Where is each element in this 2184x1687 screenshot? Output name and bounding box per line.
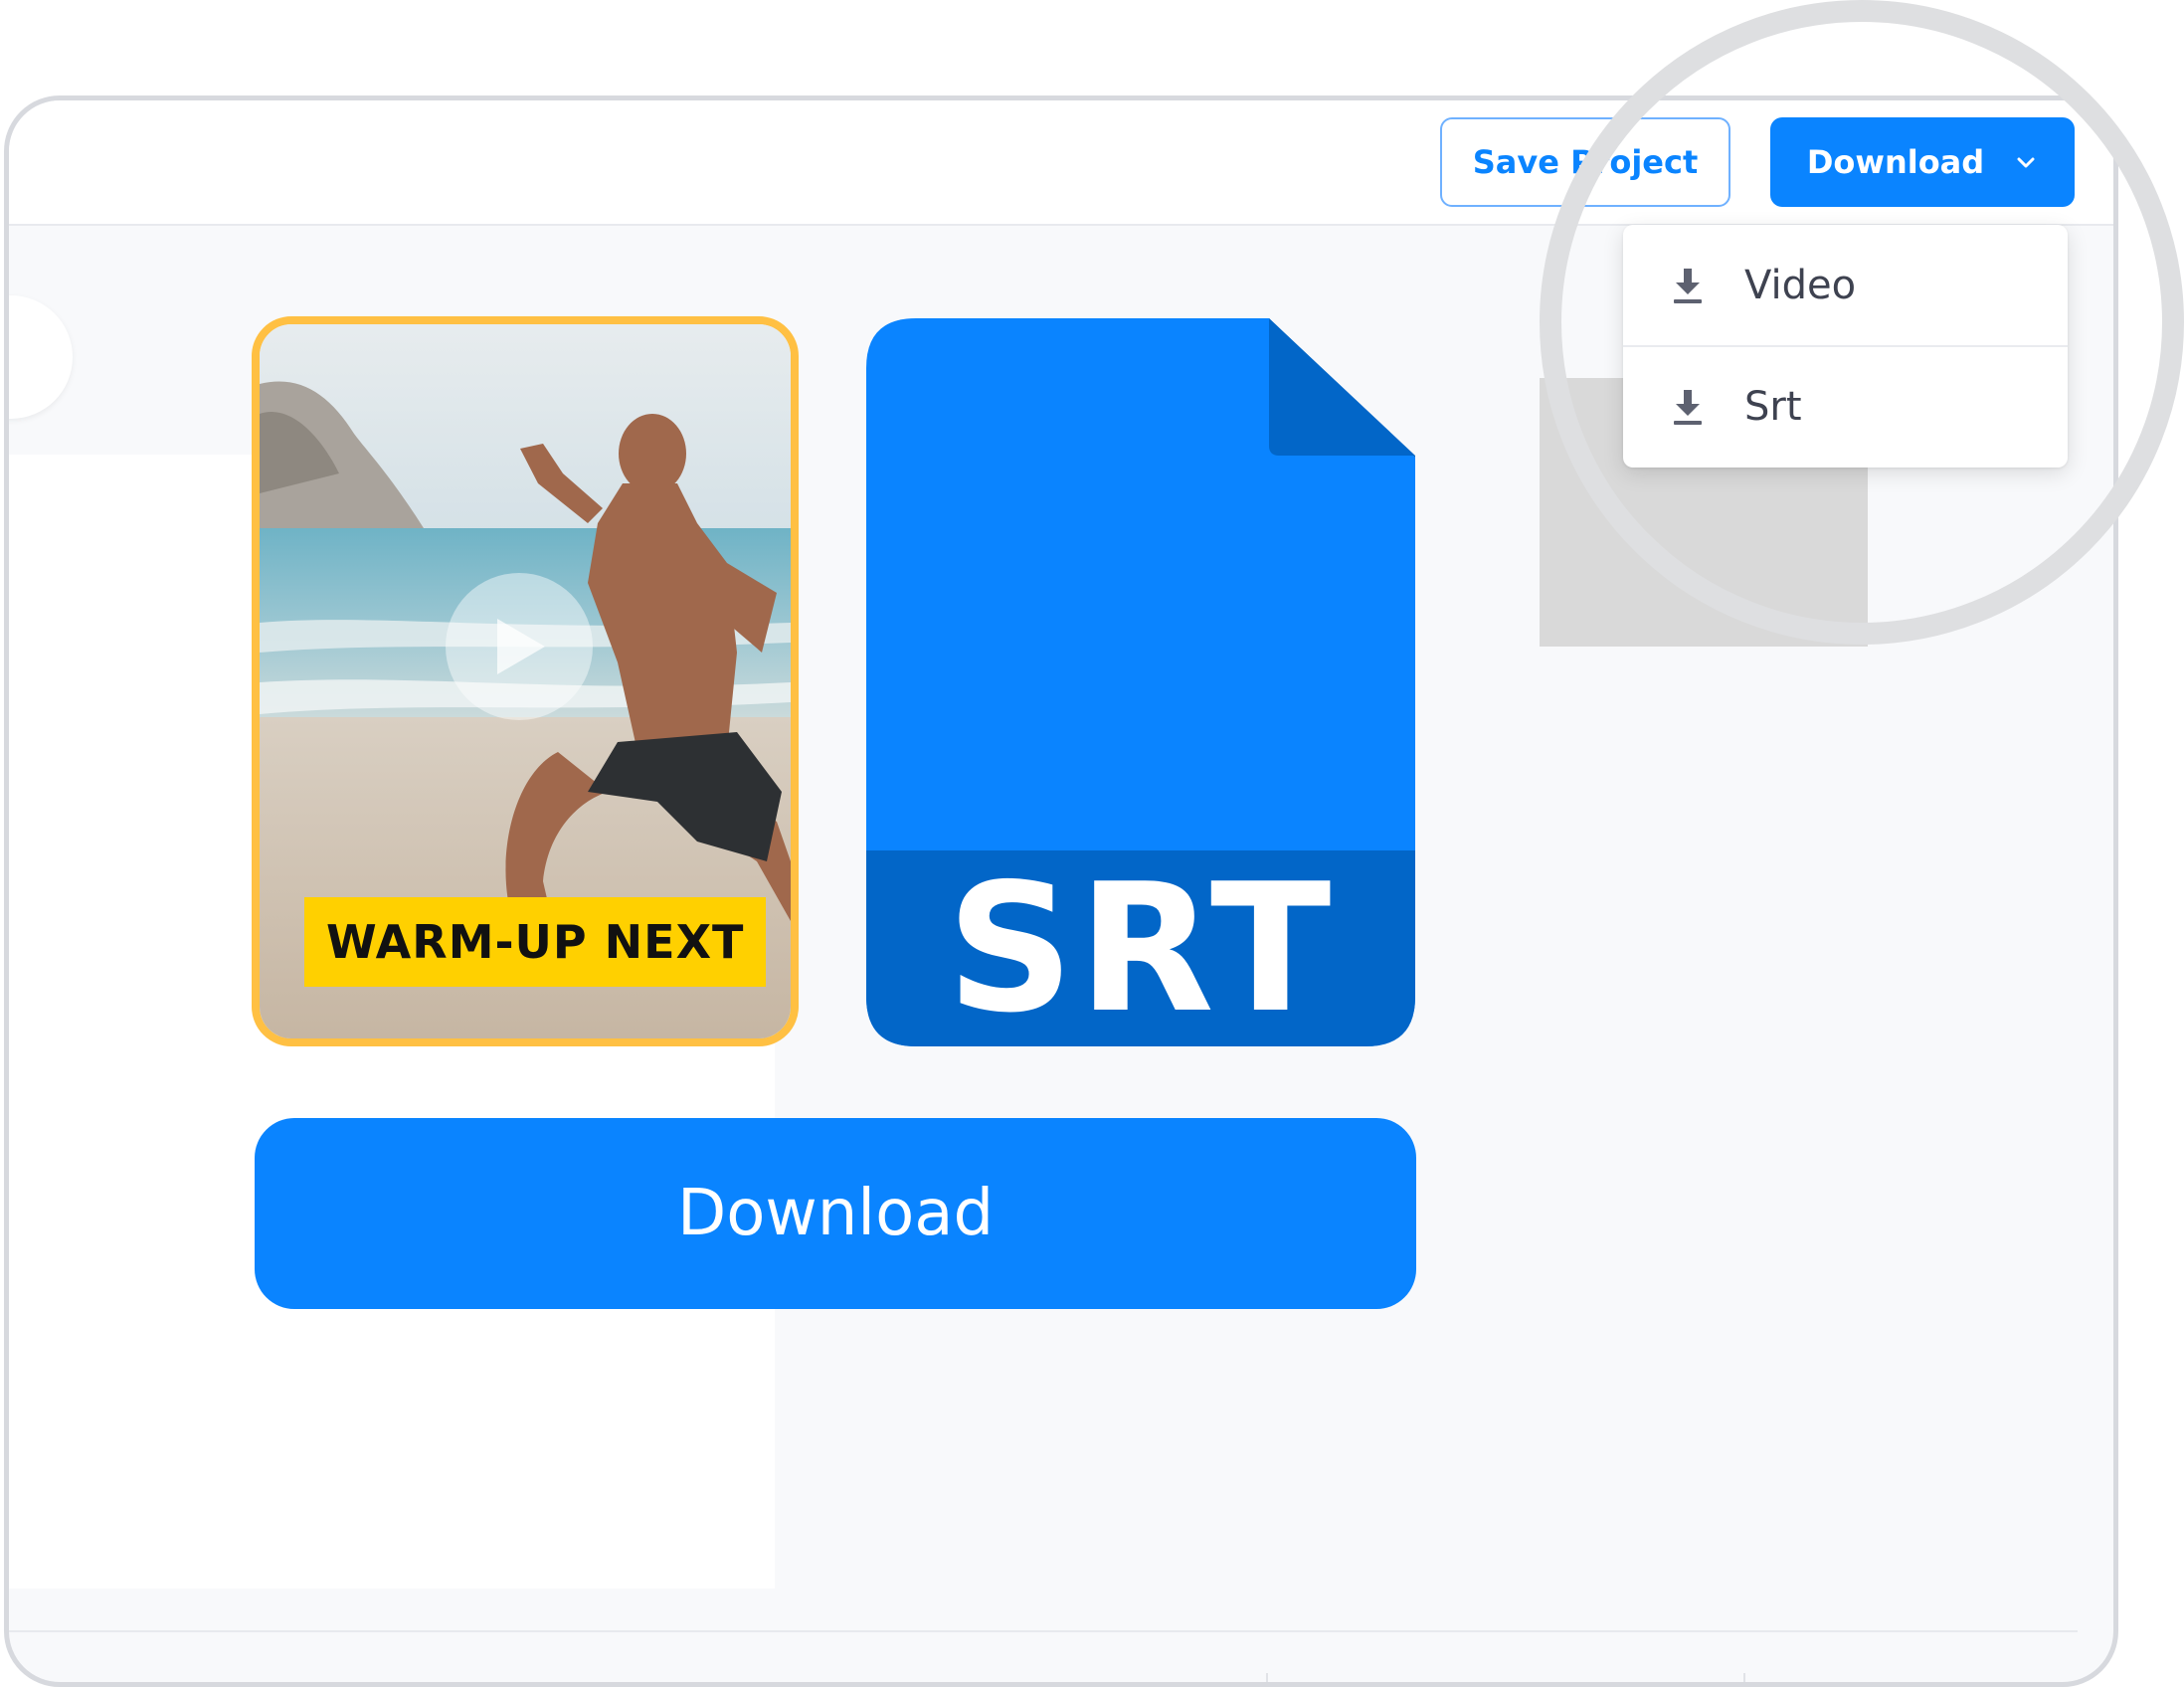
caption-overlay: WARM-UP NEXT [304, 897, 767, 987]
play-button[interactable] [446, 573, 593, 720]
download-dropdown-button[interactable]: Download [1770, 117, 2075, 207]
download-button[interactable]: Download [255, 1118, 1416, 1309]
download-button-label: Download [676, 1177, 995, 1250]
top-bar: Save Project Download [9, 100, 2113, 226]
download-icon [1674, 268, 1702, 303]
menu-item-label: Srt [1744, 383, 1802, 430]
download-menu: Video Srt [1623, 225, 2068, 468]
bottom-separator [1743, 1673, 1745, 1682]
stage: Save Project Download WARM-UP NEXT SRT D… [0, 0, 2184, 1687]
play-icon [497, 619, 545, 674]
download-dropdown-label: Download [1806, 143, 1985, 181]
chevron-down-icon [2017, 157, 2035, 168]
bottom-divider [9, 1630, 2078, 1632]
save-project-label: Save Project [1472, 143, 1699, 181]
srt-file-icon[interactable]: SRT [866, 318, 1415, 1051]
bottom-separator [1266, 1673, 1268, 1682]
file-type-label: SRT [946, 845, 1336, 1051]
menu-item-video[interactable]: Video [1623, 225, 2068, 345]
save-project-button[interactable]: Save Project [1440, 117, 1730, 207]
video-preview-card[interactable]: WARM-UP NEXT [252, 316, 799, 1046]
menu-item-label: Video [1744, 262, 1857, 308]
download-icon [1674, 389, 1702, 425]
side-handle[interactable] [9, 295, 73, 419]
menu-item-srt[interactable]: Srt [1623, 345, 2068, 466]
